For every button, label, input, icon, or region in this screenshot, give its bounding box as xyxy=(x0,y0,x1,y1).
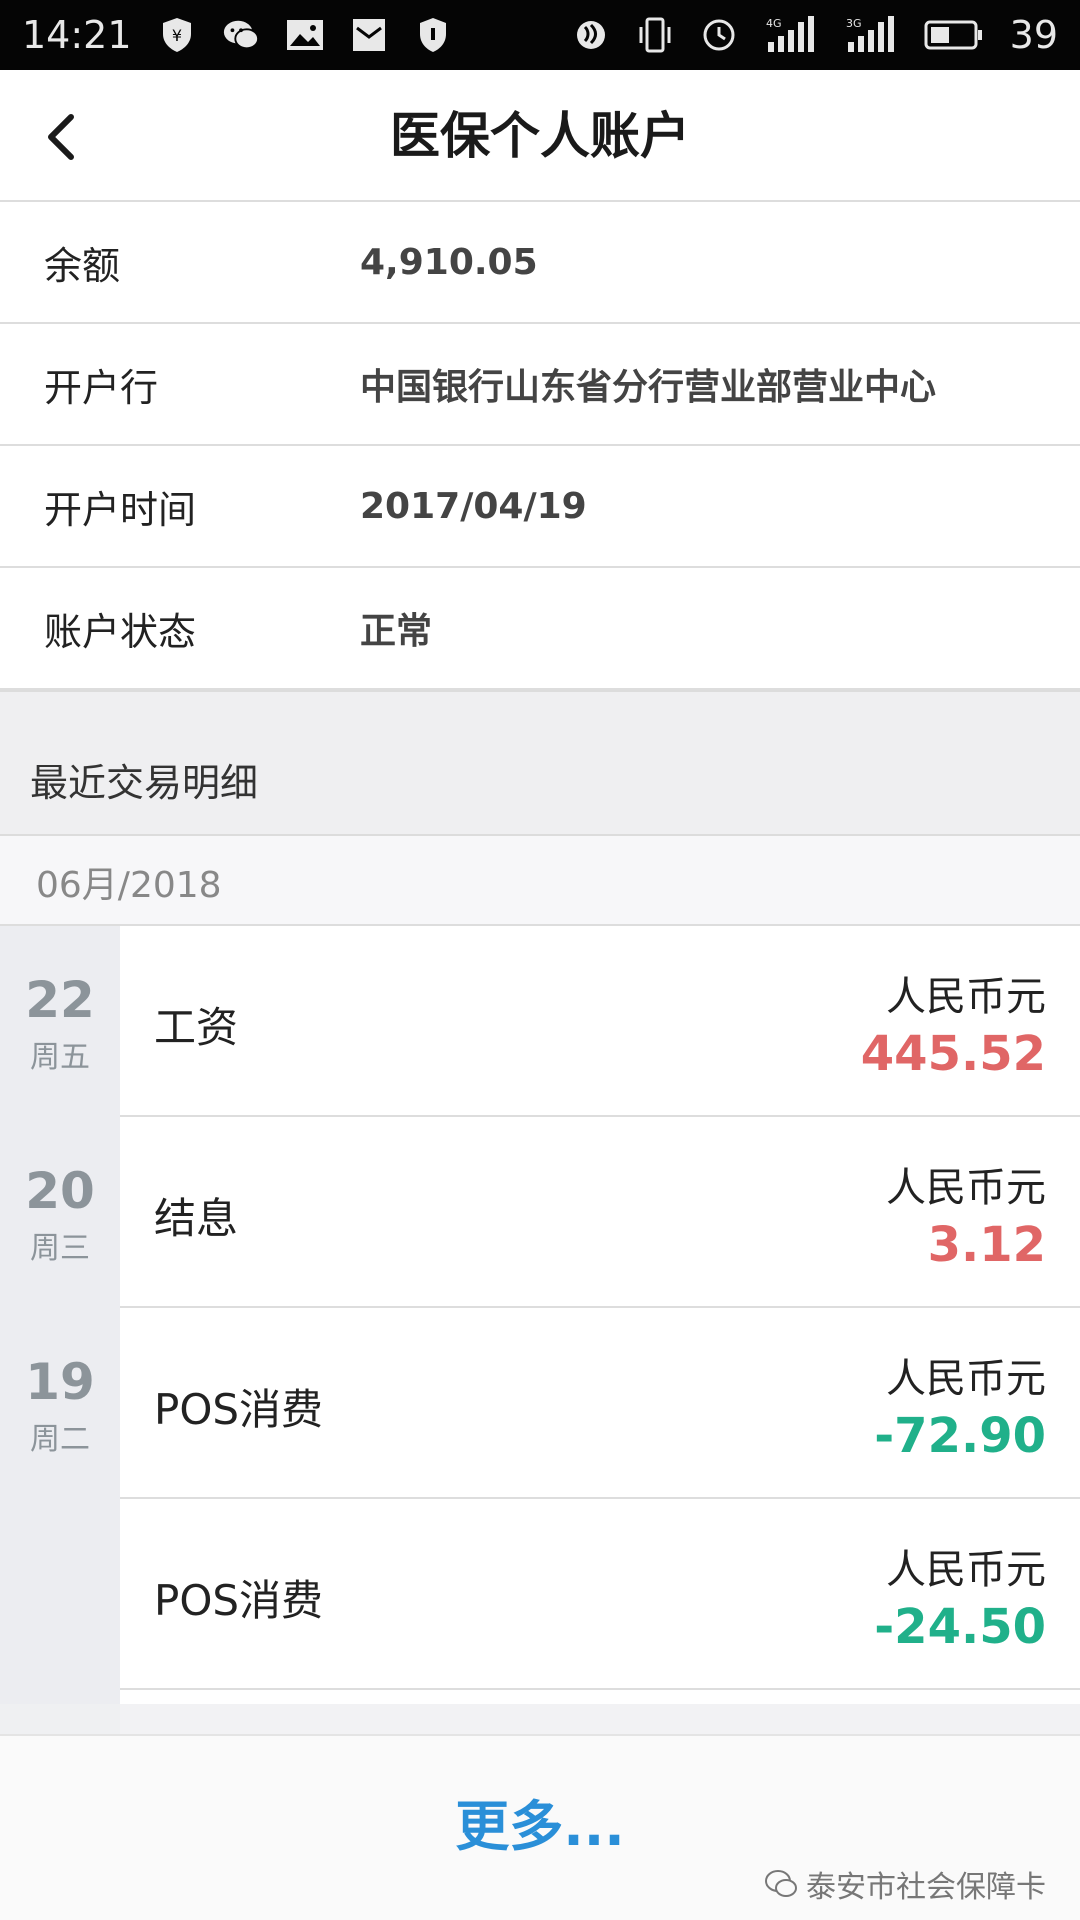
transaction-body: 结息 人民币元 3.12 xyxy=(120,1117,1080,1308)
battery-icon xyxy=(924,16,984,54)
transaction-date xyxy=(0,1499,120,1545)
status-time: 14:21 xyxy=(22,13,132,57)
transaction-currency: 人民币元 xyxy=(886,974,1046,1020)
open-date-value: 2017/04/19 xyxy=(360,485,587,527)
status-notification-icons: ¥ xyxy=(158,16,452,54)
watermark-text: 泰安市社会保障卡 xyxy=(806,1870,1046,1905)
transaction-body: POS消费 人民币元 -72.90 xyxy=(120,1308,1080,1499)
wechat-icon xyxy=(222,16,260,54)
balance-label: 余额 xyxy=(44,243,121,288)
vibrate-icon xyxy=(636,16,674,54)
transaction-day: 19 xyxy=(25,1353,95,1411)
transaction-list[interactable]: 22 周五 工资 人民币元 445.52 20 周三 结息 人民币元 3.12 … xyxy=(0,926,1080,1734)
status-row: 账户状态 正常 xyxy=(0,568,1080,690)
footer: 更多... 泰安市社会保障卡 xyxy=(0,1734,1080,1920)
transaction-row[interactable]: 20 周三 结息 人民币元 3.12 xyxy=(0,1117,1080,1308)
account-info-list: 余额 4,910.05 开户行 中国银行山东省分行营业部营业中心 开户时间 20… xyxy=(0,202,1080,690)
recent-transactions-header: 最近交易明细 xyxy=(0,690,1080,836)
status-value: 正常 xyxy=(360,611,433,652)
watermark: 泰安市社会保障卡 xyxy=(764,1862,1046,1906)
bank-row: 开户行 中国银行山东省分行营业部营业中心 xyxy=(0,324,1080,446)
list-fade xyxy=(0,1704,1080,1734)
image-icon xyxy=(286,16,324,54)
section-title: 最近交易明细 xyxy=(30,761,259,805)
balance-row: 余额 4,910.05 xyxy=(0,202,1080,324)
transaction-currency: 人民币元 xyxy=(886,1547,1046,1593)
transaction-name: POS消费 xyxy=(154,1385,324,1434)
mail-icon xyxy=(350,16,388,54)
svg-text:¥: ¥ xyxy=(171,26,181,45)
month-row: 06月/2018 xyxy=(0,836,1080,926)
app-bar: 医保个人账户 xyxy=(0,70,1080,202)
transaction-date: 20 周三 xyxy=(0,1117,120,1267)
transaction-row[interactable]: POS消费 人民币元 -24.50 xyxy=(0,1499,1080,1690)
transaction-body: POS消费 人民币元 -24.50 xyxy=(120,1499,1080,1690)
transaction-amount: -72.90 xyxy=(874,1408,1046,1464)
bank-label: 开户行 xyxy=(44,365,159,410)
transaction-row[interactable]: 22 周五 工资 人民币元 445.52 xyxy=(0,926,1080,1117)
balance-value: 4,910.05 xyxy=(360,241,538,283)
battery-level: 39 xyxy=(1009,13,1058,57)
svg-text:4G: 4G xyxy=(766,17,782,30)
transaction-amount: 3.12 xyxy=(927,1217,1046,1273)
transaction-name: 工资 xyxy=(154,1003,239,1052)
nfc-icon xyxy=(572,16,610,54)
month-label: 06月/2018 xyxy=(36,865,222,906)
shield-icon xyxy=(414,16,452,54)
page-title: 医保个人账户 xyxy=(390,107,690,165)
transaction-date: 19 周二 xyxy=(0,1308,120,1458)
shield-yen-icon: ¥ xyxy=(158,16,196,54)
transaction-weekday: 周二 xyxy=(30,1422,90,1457)
signal-3g-icon: 3G xyxy=(844,16,898,54)
transaction-row[interactable]: 19 周二 POS消费 人民币元 -72.90 xyxy=(0,1308,1080,1499)
transaction-body: 工资 人民币元 445.52 xyxy=(120,926,1080,1117)
transaction-name: 结息 xyxy=(154,1194,239,1243)
transaction-weekday: 周五 xyxy=(30,1040,90,1075)
transaction-amount: -24.50 xyxy=(874,1599,1046,1655)
svg-text:3G: 3G xyxy=(846,17,862,30)
transaction-name: POS消费 xyxy=(154,1576,324,1625)
open-date-label: 开户时间 xyxy=(44,487,197,532)
transaction-day: 22 xyxy=(25,971,95,1029)
status-label: 账户状态 xyxy=(44,609,197,654)
signal-4g-icon: 4G xyxy=(764,16,818,54)
bank-value: 中国银行山东省分行营业部营业中心 xyxy=(360,367,937,408)
transaction-currency: 人民币元 xyxy=(886,1356,1046,1402)
transaction-date: 22 周五 xyxy=(0,926,120,1076)
transaction-amount: 445.52 xyxy=(860,1026,1046,1082)
status-bar: 14:21 ¥ 4G 3G 39 xyxy=(0,0,1080,70)
transaction-currency: 人民币元 xyxy=(886,1165,1046,1211)
more-button[interactable]: 更多... xyxy=(0,1782,1080,1861)
status-system-icons: 4G 3G 39 xyxy=(572,13,1058,57)
transaction-day: 20 xyxy=(25,1162,95,1220)
transaction-weekday: 周三 xyxy=(30,1231,90,1266)
alarm-icon xyxy=(700,16,738,54)
open-date-row: 开户时间 2017/04/19 xyxy=(0,446,1080,568)
wechat-icon xyxy=(765,1870,797,1897)
